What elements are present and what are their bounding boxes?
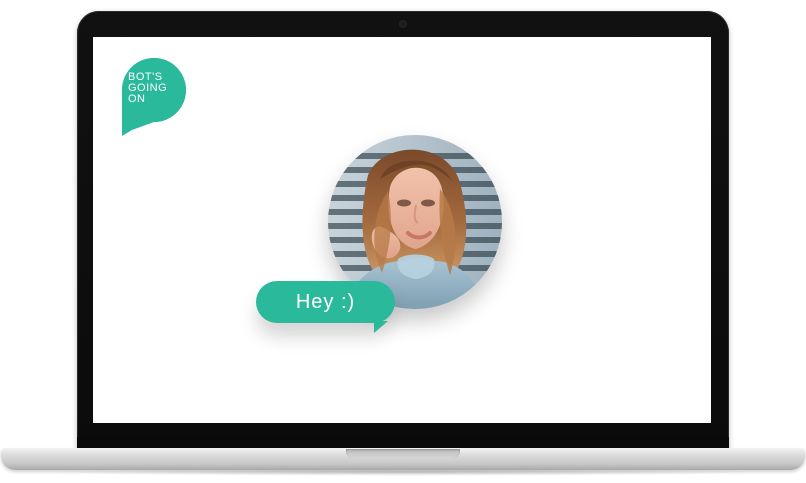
laptop-screen: BOT'S GOING ON Hey:) [93, 37, 711, 423]
laptop-notch [346, 449, 460, 459]
brand-logo[interactable]: BOT'S GOING ON [122, 58, 186, 136]
laptop-lid: BOT'S GOING ON Hey:) [77, 11, 729, 452]
camera-icon [400, 21, 406, 27]
logo-line-3: ON [128, 93, 146, 105]
chat-bubble: Hey :) [256, 281, 395, 333]
logo-wordmark: BOT'S GOING ON [128, 72, 167, 105]
laptop-mockup: BOT'S GOING ON Hey:) [0, 0, 806, 483]
chat-message-text: Hey :) [295, 291, 356, 313]
chat-bubble-tail [374, 321, 388, 333]
